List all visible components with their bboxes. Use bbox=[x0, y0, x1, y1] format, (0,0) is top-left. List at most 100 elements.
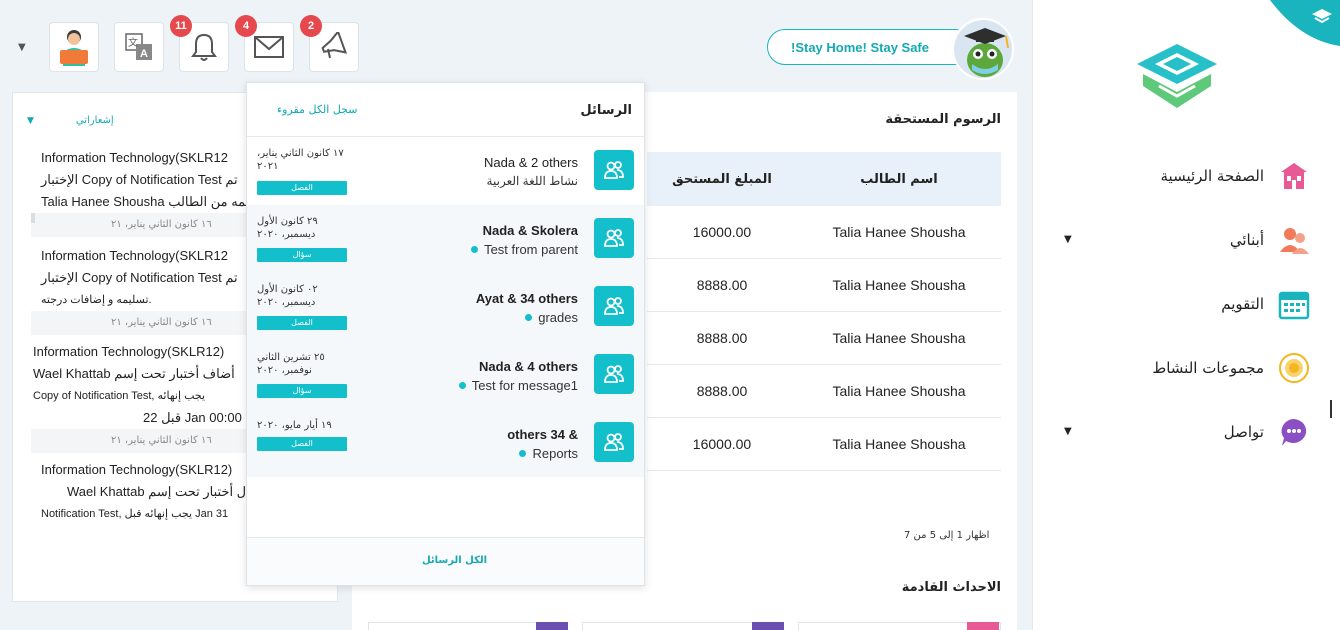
message-subject: Reports bbox=[519, 446, 578, 461]
message-item[interactable]: Ayat & 34 others grades ٠٢ كانون الأول د… bbox=[247, 273, 644, 341]
messages-title: الرسائل bbox=[580, 103, 632, 118]
sidebar-item-communication[interactable]: ▼ تواصل bbox=[1064, 412, 1310, 452]
amount-cell: 16000.00 bbox=[692, 224, 752, 240]
amount-cell: 8888.00 bbox=[696, 277, 748, 293]
message-sender: Ayat & 34 others bbox=[475, 291, 578, 306]
unread-dot-icon bbox=[471, 246, 479, 253]
sidebar-item-children[interactable]: ▼ أبنائي bbox=[1064, 220, 1310, 260]
note-line: الإختبار Copy of Notification Test تم bbox=[41, 270, 238, 285]
message-date: ٢٥ تشرين الثاني نوفمبر، ٢٠٢٠ bbox=[257, 352, 325, 376]
chevron-down-icon[interactable]: ▼ bbox=[27, 116, 34, 126]
message-item[interactable]: Nada & 2 others نشاط اللغة العربية ١٧ كا… bbox=[247, 137, 644, 205]
all-messages-link[interactable]: الكل الرسائل bbox=[422, 555, 487, 566]
unread-dot-icon bbox=[519, 450, 527, 457]
note-date: ١٦ كانون الثاني يناير، ٢١ bbox=[31, 429, 263, 453]
fees-title: الرسوم المستحقة bbox=[885, 112, 1001, 127]
amount-cell: 8888.00 bbox=[696, 383, 748, 399]
scrollbar-thumb[interactable] bbox=[1330, 400, 1332, 418]
chat-icon bbox=[1278, 416, 1310, 448]
unread-dot-icon bbox=[525, 314, 533, 321]
note-line: قبل 22 Jan 00:00 bbox=[143, 410, 242, 425]
chevron-down-icon[interactable]: ▼ bbox=[1064, 234, 1072, 245]
note-line: Information Technology(SKLR12) bbox=[41, 462, 233, 477]
message-date: ١٩ أيار مايو، ٢٠٢٠ bbox=[257, 420, 332, 431]
unread-dot-icon bbox=[458, 382, 466, 389]
message-date: ٠٢ كانون الأول ديسمبر، ٢٠٢٠ bbox=[257, 284, 318, 308]
table-row[interactable]: 8888.00 Talia Hanee Shousha bbox=[647, 259, 1001, 312]
column-header-name: اسم الطالب bbox=[860, 171, 938, 187]
list-item[interactable]: Information Technology(SKLR12) Wael Khat… bbox=[31, 453, 263, 525]
note-line: Notification Test, يجب إنهائه قبل Jan 31 bbox=[41, 508, 229, 520]
announcements-button[interactable]: 2 bbox=[300, 15, 359, 72]
profile-button[interactable] bbox=[49, 22, 99, 72]
message-item[interactable]: Nada & Skolera Test from parent ٢٩ كانون… bbox=[247, 205, 644, 273]
corner-logo-icon bbox=[1270, 0, 1340, 46]
notifications-list[interactable]: Information Technology(SKLR12 الإختبار C… bbox=[31, 147, 263, 543]
top-bar: ▼ A文 11 4 2 !Stay Home! Stay Safe bbox=[0, 0, 1032, 82]
notifications-panel-title: إشعاراتي bbox=[75, 115, 114, 126]
sidebar-item-label: تواصل bbox=[1223, 423, 1264, 441]
message-sender: Nada & 4 others bbox=[479, 359, 578, 374]
school-logo-icon[interactable] bbox=[1129, 40, 1225, 112]
megaphone-icon bbox=[321, 32, 348, 59]
chevron-down-icon[interactable]: ▼ bbox=[18, 42, 26, 53]
list-item[interactable]: Information Technology(SKLR12 الإختبار C… bbox=[31, 237, 263, 311]
messages-button[interactable]: 4 bbox=[235, 15, 294, 72]
table-row[interactable]: 8888.00 Talia Hanee Shousha bbox=[647, 365, 1001, 418]
language-button[interactable]: A文 bbox=[114, 22, 164, 72]
note-line: Information Technology(SKLR12 bbox=[41, 150, 228, 165]
translate-icon: A文 bbox=[125, 33, 152, 60]
name-cell: Talia Hanee Shousha bbox=[832, 383, 966, 399]
message-tag: الفصل bbox=[257, 437, 347, 451]
fees-table: المبلغ المستحق اسم الطالب 16000.00 Talia… bbox=[647, 152, 1001, 471]
sidebar-item-activity-groups[interactable]: مجموعات النشاط bbox=[1070, 348, 1310, 388]
table-row[interactable]: 16000.00 Talia Hanee Shousha bbox=[647, 206, 1001, 259]
notifications-panel-header[interactable]: ▼ إشعاراتي bbox=[27, 115, 114, 126]
message-date: ١٧ كانون الثاني يناير، ٢٠٢١ bbox=[257, 148, 344, 172]
event-card-tab bbox=[752, 622, 784, 630]
note-line: Information Technology(SKLR12 bbox=[41, 248, 228, 263]
column-header-amount: المبلغ المستحق bbox=[672, 171, 772, 187]
messages-dropdown-header: الرسائل سجل الكل مقروء bbox=[247, 83, 644, 137]
message-date: ٢٩ كانون الأول ديسمبر، ٢٠٢٠ bbox=[257, 216, 318, 240]
message-tag: الفصل bbox=[257, 316, 347, 330]
list-item[interactable]: Information Technology(SKLR12) Wael Khat… bbox=[31, 335, 263, 429]
group-icon bbox=[594, 286, 634, 326]
sidebar-item-home[interactable]: الصفحة الرئيسية bbox=[1070, 156, 1310, 196]
message-item[interactable]: Nada & 4 others Test for message1 ٢٥ تشر… bbox=[247, 341, 644, 409]
messages-dropdown: الرسائل سجل الكل مقروء Nada & 2 others ن… bbox=[246, 82, 645, 586]
children-icon bbox=[1278, 224, 1310, 256]
notifications-button[interactable]: 11 bbox=[170, 15, 229, 72]
message-subject-text: grades bbox=[538, 310, 578, 325]
message-subject: Test from parent bbox=[471, 242, 578, 257]
chevron-down-icon[interactable]: ▼ bbox=[1064, 426, 1072, 437]
group-icon bbox=[594, 354, 634, 394]
table-row[interactable]: 16000.00 Talia Hanee Shousha bbox=[647, 418, 1001, 471]
sidebar-item-label: أبنائي bbox=[1229, 231, 1264, 249]
message-tag: الفصل bbox=[257, 181, 347, 195]
sidebar-item-calendar[interactable]: التقويم bbox=[1070, 284, 1310, 324]
list-item[interactable]: Information Technology(SKLR12 الإختبار C… bbox=[31, 147, 263, 213]
note-line: Information Technology(SKLR12) bbox=[33, 344, 225, 359]
message-sender: others 34 & bbox=[507, 427, 578, 442]
event-card-tab bbox=[967, 622, 999, 630]
note-line: تسليمه و إضافات درجته. bbox=[41, 294, 152, 306]
message-subject-text: نشاط اللغة العربية bbox=[486, 174, 578, 188]
amount-cell: 8888.00 bbox=[696, 330, 748, 346]
avatar[interactable] bbox=[952, 18, 1014, 80]
message-sender: Nada & Skolera bbox=[482, 223, 578, 238]
note-line: Copy of Notification Test, يجب إنهائه bbox=[33, 390, 206, 402]
mark-all-read-link[interactable]: سجل الكل مقروء bbox=[277, 103, 357, 116]
table-row[interactable]: 8888.00 Talia Hanee Shousha bbox=[647, 312, 1001, 365]
stay-home-banner: !Stay Home! Stay Safe bbox=[767, 29, 973, 65]
announcements-badge: 2 bbox=[300, 15, 322, 37]
event-card-tab bbox=[536, 622, 568, 630]
message-subject: نشاط اللغة العربية bbox=[487, 174, 578, 188]
name-cell: Talia Hanee Shousha bbox=[832, 277, 966, 293]
message-tag: سؤال bbox=[257, 384, 347, 398]
avatar-character-icon bbox=[954, 20, 1012, 78]
name-cell: Talia Hanee Shousha bbox=[832, 330, 966, 346]
group-icon bbox=[594, 218, 634, 258]
message-item[interactable]: others 34 & Reports ١٩ أيار مايو، ٢٠٢٠ ا… bbox=[247, 409, 644, 477]
messages-dropdown-footer: الكل الرسائل bbox=[247, 537, 644, 585]
